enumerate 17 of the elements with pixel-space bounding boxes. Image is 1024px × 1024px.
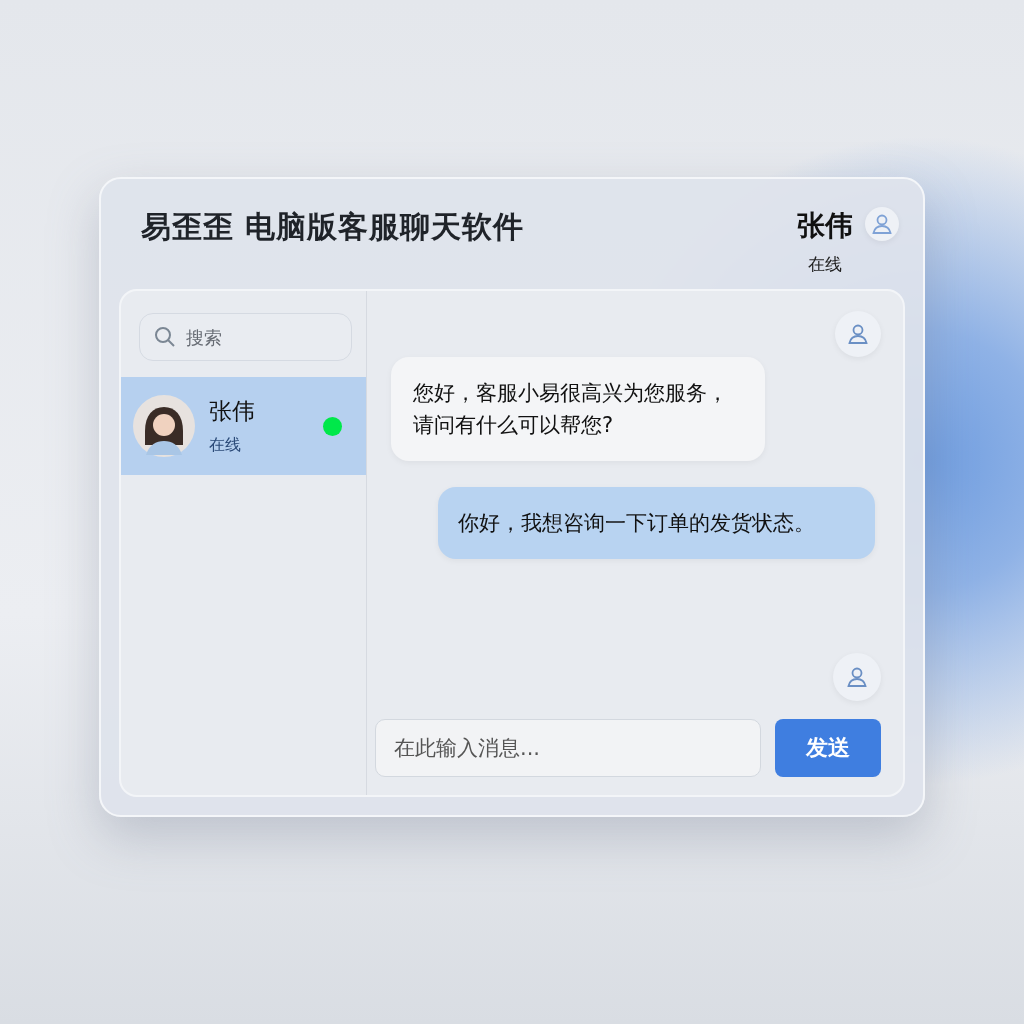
window-title: 易歪歪 电脑版客服聊天软件 (141, 208, 525, 246)
avatar (133, 395, 195, 457)
contact-name: 张伟 (797, 208, 853, 244)
user-icon (870, 212, 894, 236)
contact-name: 张伟 (209, 397, 256, 426)
send-button[interactable]: 发送 (775, 719, 881, 777)
message-bubble: 你好，我想咨询一下订单的发货状态。 (438, 487, 875, 559)
profile-button[interactable] (865, 207, 899, 241)
message-bubble: 您好，客服小易很高兴为您服务，请问有什么可以帮您? (391, 357, 765, 461)
search-icon (153, 325, 177, 349)
user-icon (845, 665, 869, 689)
contact-status: 在线 (808, 253, 842, 276)
contact-status: 在线 (209, 435, 242, 456)
search-field[interactable]: 搜索 (139, 313, 352, 361)
message-input[interactable]: 在此输入消息... (375, 719, 761, 777)
user-icon (846, 322, 870, 346)
contact-item[interactable]: 张伟 在线 (121, 377, 366, 475)
